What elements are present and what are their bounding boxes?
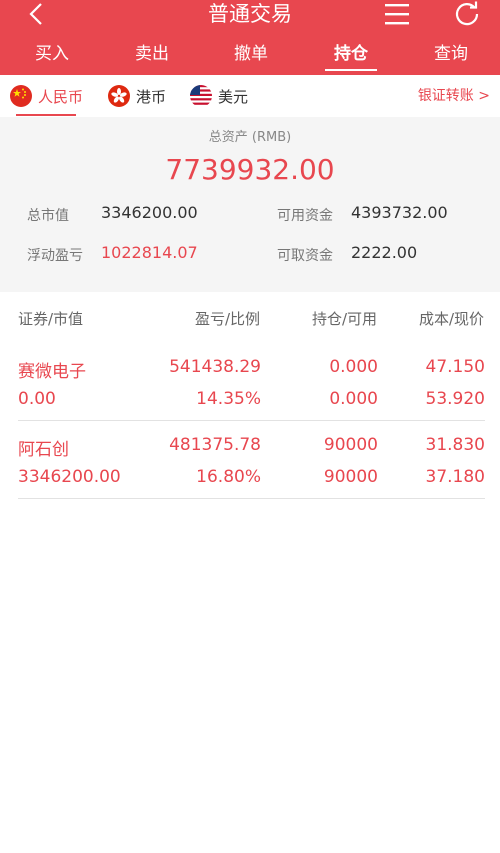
position-qty: 90000: [323, 435, 378, 455]
profit-loss: 481375.78: [169, 435, 261, 455]
positions-table-header: 证券/市值 盈亏/比例 持仓/可用 成本/现价: [0, 292, 500, 344]
currency-tab-usd[interactable]: 美元: [190, 75, 248, 117]
total-assets-value: 7739932.00: [165, 153, 335, 186]
refresh-icon[interactable]: [453, 1, 481, 27]
currency-tab-rmb[interactable]: 人民币: [10, 75, 83, 117]
currency-label-hkd: 港币: [136, 87, 167, 106]
cost-price: 31.830: [425, 435, 485, 455]
current-price: 37.180: [425, 467, 485, 487]
column-header-position: 持仓/可用: [311, 310, 377, 328]
floating-pl-value: 1022814.07: [101, 243, 198, 262]
page-title: 普通交易: [208, 2, 292, 26]
profit-loss-ratio: 14.35%: [196, 389, 261, 409]
tab-buy[interactable]: 买入: [12, 38, 92, 75]
profit-loss-ratio: 16.80%: [196, 467, 261, 487]
available-qty: 90000: [323, 467, 378, 487]
security-name: 阿石创: [18, 440, 69, 460]
available-funds-value: 4393732.00: [351, 203, 448, 222]
current-price: 53.920: [425, 389, 485, 409]
top-bar: 普通交易 买入 卖出 撤单 持仓 查询: [0, 0, 500, 75]
currency-label-usd: 美元: [218, 87, 249, 106]
security-market-value: 0.00: [18, 389, 56, 409]
available-funds-label: 可用资金: [277, 208, 333, 224]
cost-price: 47.150: [425, 357, 485, 377]
currency-bar: 人民币 港币 美元 银证转账 >: [0, 75, 500, 117]
table-row[interactable]: 阿石创 3346200.00 481375.78 16.80% 90000 90…: [18, 421, 485, 499]
withdrawable-funds-value: 2222.00: [351, 243, 418, 262]
usa-flag-icon: [190, 85, 212, 107]
market-value-label: 总市值: [27, 208, 69, 224]
tab-query[interactable]: 查询: [411, 38, 491, 75]
title-row: 普通交易: [0, 0, 500, 30]
table-row[interactable]: 赛微电子 0.00 541438.29 14.35% 0.000 0.000 4…: [18, 343, 485, 421]
floating-pl-label: 浮动盈亏: [27, 248, 83, 264]
market-value: 3346200.00: [101, 203, 198, 222]
column-header-pl: 盈亏/比例: [194, 310, 260, 328]
column-header-security: 证券/市值: [18, 310, 84, 328]
currency-label-rmb: 人民币: [38, 87, 84, 106]
withdrawable-funds-label: 可取资金: [277, 248, 333, 264]
bank-transfer-link[interactable]: 银证转账 >: [418, 75, 490, 117]
trade-tabs: 买入 卖出 撤单 持仓 查询: [0, 38, 500, 75]
currency-tab-hkd[interactable]: 港币: [108, 75, 166, 117]
security-market-value: 3346200.00: [18, 467, 121, 487]
menu-icon[interactable]: [383, 1, 411, 27]
security-name: 赛微电子: [18, 362, 86, 382]
currency-active-underline: [16, 114, 76, 116]
total-assets-label: 总资产 (RMB): [208, 130, 292, 145]
column-header-cost: 成本/现价: [418, 310, 484, 328]
available-qty: 0.000: [329, 389, 378, 409]
china-flag-icon: [10, 85, 32, 107]
position-qty: 0.000: [329, 357, 378, 377]
hongkong-flag-icon: [108, 85, 130, 107]
asset-summary: 总资产 (RMB) 7739932.00 总市值 3346200.00 可用资金…: [0, 117, 500, 292]
tab-sell[interactable]: 卖出: [112, 38, 192, 75]
profit-loss: 541438.29: [169, 357, 261, 377]
tab-cancel-order[interactable]: 撤单: [211, 38, 291, 75]
tab-positions[interactable]: 持仓: [311, 38, 391, 75]
